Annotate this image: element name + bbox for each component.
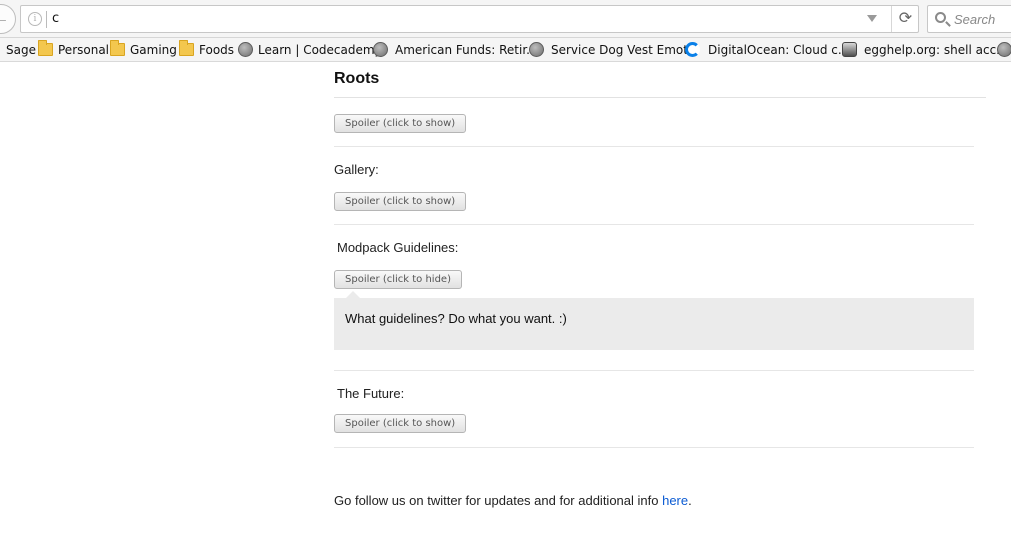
search-placeholder: Search	[954, 12, 996, 27]
spoiler-content-text: What guidelines? Do what you want. :)	[345, 311, 567, 326]
spoiler-caret	[346, 291, 360, 298]
globe-icon	[238, 42, 253, 57]
bookmark-codecademy[interactable]: Learn | Codecademy	[258, 42, 382, 59]
folder-icon	[179, 40, 194, 56]
bookmark-personal[interactable]: Personal	[58, 42, 109, 59]
digitalocean-icon	[685, 42, 700, 57]
folder-icon	[38, 40, 53, 56]
egghelp-icon	[842, 42, 857, 57]
footer-period: .	[688, 493, 692, 508]
section-label-the-future: The Future:	[337, 386, 405, 401]
bookmark-american-funds[interactable]: American Funds: Retir...	[395, 42, 538, 59]
footer-text: Go follow us on twitter for updates and …	[334, 493, 692, 508]
url-dropdown-icon[interactable]	[867, 15, 877, 22]
url-cursor	[46, 11, 47, 28]
url-text[interactable]: c	[52, 11, 59, 26]
info-icon[interactable]: i	[28, 12, 42, 26]
search-icon	[935, 12, 946, 23]
bookmark-service-dog[interactable]: Service Dog Vest Emot...	[551, 42, 699, 59]
bookmark-digitalocean[interactable]: DigitalOcean: Cloud c...	[708, 42, 849, 59]
globe-icon[interactable]	[997, 42, 1011, 57]
url-bar[interactable]: i c ⟳	[20, 5, 919, 33]
browser-toolbar: ← i c ⟳ Search	[0, 0, 1011, 38]
bookmark-sage[interactable]: Sage	[6, 42, 36, 59]
bookmark-egghelp[interactable]: egghelp.org: shell acc...	[864, 42, 1008, 59]
section-divider	[334, 224, 974, 225]
section-divider	[334, 146, 974, 147]
back-arrow-icon[interactable]: ←	[0, 4, 16, 34]
spoiler-button-the-future[interactable]: Spoiler (click to show)	[334, 414, 467, 433]
section-label-gallery: Gallery:	[334, 162, 379, 177]
globe-icon	[373, 42, 388, 57]
page-title: Roots	[334, 70, 380, 87]
section-divider	[334, 447, 974, 448]
spoiler-button[interactable]: Spoiler (click to show)	[334, 114, 467, 133]
globe-icon	[529, 42, 544, 57]
spoiler-button-gallery[interactable]: Spoiler (click to show)	[334, 192, 467, 211]
reload-icon[interactable]: ⟳	[891, 6, 919, 32]
section-divider	[334, 370, 974, 371]
title-divider	[334, 97, 986, 98]
spoiler-content-panel: What guidelines? Do what you want. :)	[334, 298, 974, 350]
bookmarks-toolbar: Sage Personal Gaming Foods Learn | Codec…	[0, 38, 1011, 62]
bookmark-foods[interactable]: Foods	[199, 42, 234, 59]
bookmark-gaming[interactable]: Gaming	[130, 42, 177, 59]
footer-message: Go follow us on twitter for updates and …	[334, 493, 663, 508]
search-input[interactable]: Search	[927, 5, 1011, 33]
twitter-link[interactable]: here	[662, 493, 688, 508]
spoiler-button-modpack-guidelines[interactable]: Spoiler (click to hide)	[334, 270, 462, 289]
section-label-modpack-guidelines: Modpack Guidelines:	[337, 240, 459, 255]
folder-icon	[110, 40, 125, 56]
